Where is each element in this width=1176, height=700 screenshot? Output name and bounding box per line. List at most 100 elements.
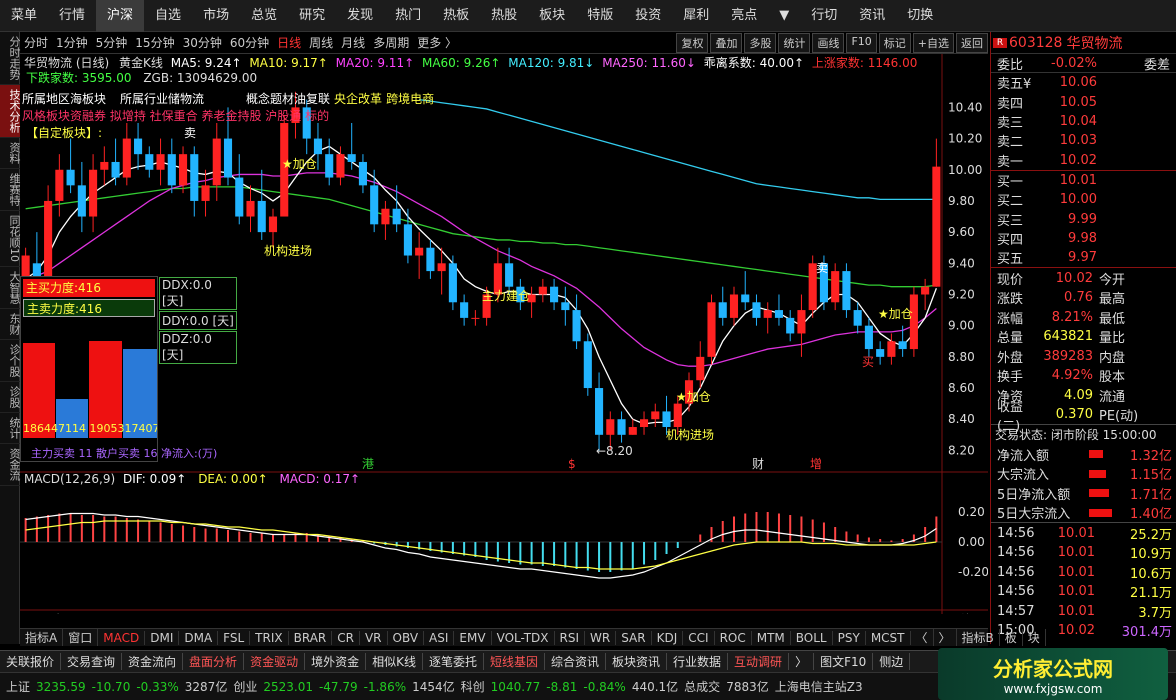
left-nav-10[interactable]: 资金流 [0, 444, 21, 486]
func-1[interactable]: 交易查询 [61, 653, 123, 670]
func-3[interactable]: 盘面分析 [183, 653, 245, 670]
tool-4[interactable]: 画线 [812, 33, 845, 53]
left-nav-7[interactable]: 诊个股 [0, 340, 21, 382]
tool-3[interactable]: 统计 [778, 33, 811, 53]
tag-ecom[interactable]: 跨境电商 [386, 90, 434, 107]
indicator-tab-3[interactable]: DMI [145, 630, 180, 645]
indicator-tab-11[interactable]: ASI [424, 630, 455, 645]
func-7[interactable]: 逐笔委托 [423, 653, 484, 670]
menu-item-10[interactable]: 热股 [480, 0, 528, 32]
menu-item-7[interactable]: 发现 [336, 0, 384, 32]
period-4[interactable]: 30分钟 [179, 34, 226, 51]
indicator-tab-6[interactable]: TRIX [250, 630, 289, 645]
menu-item-13[interactable]: 投资 [624, 0, 672, 32]
tool-1[interactable]: 叠加 [710, 33, 743, 53]
menu-item-12[interactable]: 特版 [576, 0, 624, 32]
indicator-tab-24[interactable]: 〈 [911, 629, 934, 646]
tool-8[interactable]: 返回 [956, 33, 988, 53]
indicator-tab-27[interactable]: 板 [1000, 629, 1023, 646]
period-1[interactable]: 1分钟 [52, 34, 92, 51]
indicator-tab-23[interactable]: MCST [866, 630, 911, 645]
indicator-tab-28[interactable]: 块 [1023, 629, 1046, 646]
func-15[interactable]: 侧边 [873, 653, 911, 670]
indicator-tab-20[interactable]: MTM [752, 630, 791, 645]
func-8[interactable]: 短线基因 [484, 653, 545, 670]
indicator-tab-4[interactable]: DMA [179, 630, 219, 645]
indicator-tab-22[interactable]: PSY [833, 630, 866, 645]
period-5[interactable]: 60分钟 [226, 34, 273, 51]
tool-0[interactable]: 复权 [676, 33, 709, 53]
period-10[interactable]: 更多 〉 [413, 34, 461, 51]
menu-item-17[interactable]: 行切 [800, 0, 848, 32]
indicator-tab-8[interactable]: CR [332, 630, 360, 645]
menu-item-19[interactable]: 切换 [896, 0, 944, 32]
menu-item-16[interactable]: ▼ [768, 0, 800, 32]
tool-5[interactable]: F10 [846, 33, 877, 53]
menu-item-15[interactable]: 亮点 [720, 0, 768, 32]
period-0[interactable]: 分时 [20, 34, 52, 51]
menu-item-11[interactable]: 板块 [528, 0, 576, 32]
menu-item-0[interactable]: 菜单 [0, 0, 48, 32]
func-12[interactable]: 互动调研 [728, 653, 790, 670]
tool-7[interactable]: +自选 [912, 33, 954, 53]
indicator-tab-17[interactable]: KDJ [652, 630, 684, 645]
indicator-tab-1[interactable]: 窗口 [63, 629, 99, 646]
func-0[interactable]: 关联报价 [0, 653, 62, 670]
left-nav-4[interactable]: 同花顺10 [0, 211, 21, 267]
tag-soe[interactable]: 央企改革 [334, 90, 382, 107]
period-8[interactable]: 月线 [337, 34, 369, 51]
menu-item-14[interactable]: 犀利 [672, 0, 720, 32]
period-3[interactable]: 15分钟 [131, 34, 178, 51]
menu-item-18[interactable]: 资讯 [848, 0, 896, 32]
func-2[interactable]: 资金流向 [122, 653, 184, 670]
func-4[interactable]: 资金驱动 [244, 653, 306, 670]
indicator-tab-12[interactable]: EMV [454, 630, 492, 645]
tags-row2[interactable]: 风格板块资融券 拟增持 社保重合 养老金持股 沪股通 标的 [22, 107, 329, 124]
indicator-tab-2[interactable]: MACD [98, 630, 146, 645]
tag-industry[interactable]: 所属行业储物流 [120, 90, 204, 107]
menu-item-4[interactable]: 市场 [192, 0, 240, 32]
left-nav-0[interactable]: 分时走势 [0, 32, 21, 85]
func-14[interactable]: 图文F10 [814, 653, 874, 670]
tool-6[interactable]: 标记 [878, 33, 911, 53]
indicator-tab-25[interactable]: 〉 [934, 629, 957, 646]
tool-2[interactable]: 多股 [744, 33, 777, 53]
tag-region[interactable]: 所属地区海板块 [22, 90, 106, 107]
menu-item-2[interactable]: 沪深 [96, 0, 145, 32]
left-nav-1[interactable]: 技术分析 [0, 85, 21, 138]
indicator-tab-9[interactable]: VR [360, 630, 388, 645]
indicator-tab-7[interactable]: BRAR [289, 630, 333, 645]
indicator-tab-5[interactable]: FSL [218, 630, 251, 645]
func-11[interactable]: 行业数据 [667, 653, 729, 670]
func-9[interactable]: 综合资讯 [545, 653, 607, 670]
menu-item-6[interactable]: 研究 [288, 0, 336, 32]
left-nav-5[interactable]: 大智慧 [0, 267, 21, 309]
indicator-tab-13[interactable]: VOL-TDX [492, 630, 555, 645]
left-nav-8[interactable]: 诊股 [0, 382, 21, 413]
menu-item-9[interactable]: 热板 [432, 0, 480, 32]
left-nav-6[interactable]: 东财 [0, 309, 21, 340]
menu-item-3[interactable]: 自选 [144, 0, 192, 32]
indicator-tab-0[interactable]: 指标A [20, 629, 64, 646]
period-2[interactable]: 5分钟 [92, 34, 132, 51]
indicator-tab-26[interactable]: 指标B [957, 629, 1000, 646]
period-6[interactable]: 日线 [273, 34, 305, 51]
tag-concept[interactable]: 概念题材油复联 [246, 90, 330, 107]
left-nav-3[interactable]: 维赛特 [0, 169, 21, 211]
indicator-tab-10[interactable]: OBV [388, 630, 425, 645]
left-nav-9[interactable]: 统计 [0, 413, 21, 444]
indicator-tab-16[interactable]: SAR [616, 630, 652, 645]
indicator-tab-19[interactable]: ROC [715, 630, 752, 645]
menu-item-5[interactable]: 总览 [240, 0, 288, 32]
indicator-tab-21[interactable]: BOLL [791, 630, 833, 645]
func-5[interactable]: 境外资金 [305, 653, 367, 670]
menu-item-8[interactable]: 热门 [384, 0, 432, 32]
menu-item-1[interactable]: 行情 [48, 0, 96, 32]
func-6[interactable]: 相似K线 [366, 653, 423, 670]
period-9[interactable]: 多周期 [369, 34, 413, 51]
indicator-tab-15[interactable]: WR [585, 630, 617, 645]
indicator-tab-14[interactable]: RSI [555, 630, 586, 645]
period-7[interactable]: 周线 [305, 34, 337, 51]
indicator-tab-18[interactable]: CCI [683, 630, 715, 645]
func-10[interactable]: 板块资讯 [606, 653, 668, 670]
